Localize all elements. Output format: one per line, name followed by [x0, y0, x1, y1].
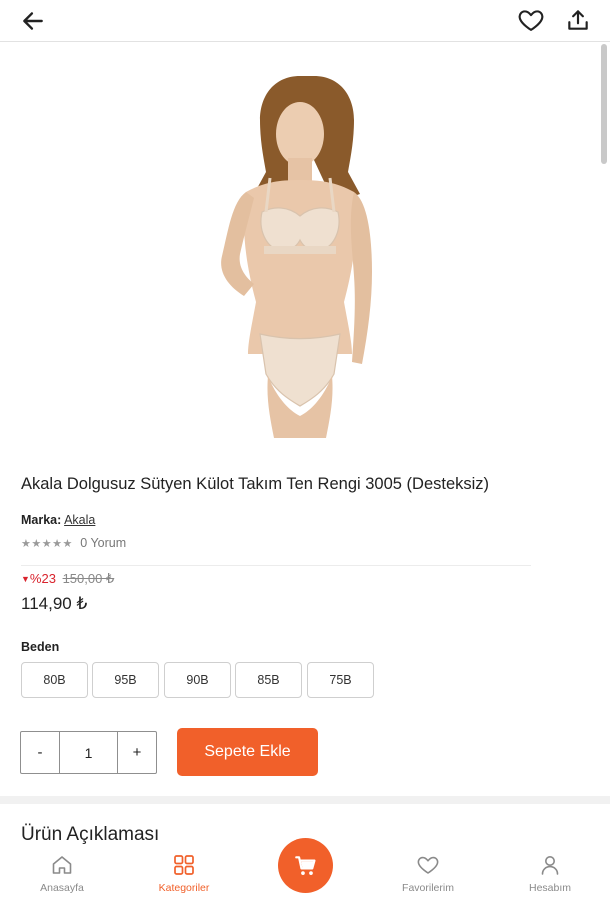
- quantity-value[interactable]: 1: [59, 732, 118, 773]
- top-app-bar: [0, 0, 610, 42]
- discount-row: ▼%23 150,00 ₺: [21, 571, 114, 587]
- old-price: 150,00 ₺: [62, 571, 115, 586]
- brand-link[interactable]: Akala: [64, 513, 95, 527]
- user-icon: [541, 856, 559, 875]
- nav-label: Kategoriler: [158, 882, 210, 894]
- nav-label: Anasayfa: [40, 882, 84, 894]
- brand-row: Marka: Akala: [21, 513, 95, 527]
- product-title: Akala Dolgusuz Sütyen Külot Takım Ten Re…: [21, 475, 490, 493]
- product-image[interactable]: [150, 58, 450, 438]
- share-upload-icon[interactable]: [565, 6, 591, 34]
- size-option-75b[interactable]: 75B: [307, 662, 374, 698]
- decrement-button[interactable]: -: [21, 732, 59, 773]
- add-to-cart-button[interactable]: Sepete Ekle: [177, 728, 318, 776]
- nav-item-account[interactable]: Hesabım: [505, 853, 595, 894]
- nav-label: Favorilerim: [402, 882, 454, 894]
- size-option-80b[interactable]: 80B: [21, 662, 88, 698]
- description-heading[interactable]: Ürün Açıklaması: [21, 824, 159, 846]
- discount-down-icon: ▼: [21, 574, 30, 584]
- review-count: 0 Yorum: [80, 536, 127, 550]
- heart-icon: [417, 856, 439, 874]
- scrollbar[interactable]: [601, 44, 607, 164]
- nav-item-home[interactable]: Anasayfa: [17, 853, 107, 894]
- nav-item-favorites[interactable]: Favorilerim: [383, 853, 473, 894]
- arrow-left-icon[interactable]: [20, 8, 46, 34]
- size-label: Beden: [21, 640, 60, 654]
- quantity-stepper: - 1 +: [20, 731, 157, 774]
- size-option-85b[interactable]: 85B: [235, 662, 302, 698]
- grid-icon: [174, 855, 194, 875]
- brand-label: Marka:: [21, 513, 62, 527]
- size-option-95b[interactable]: 95B: [92, 662, 159, 698]
- divider: [21, 565, 531, 566]
- home-icon: [52, 856, 72, 874]
- discount-percent: %23: [29, 571, 56, 586]
- nav-item-categories[interactable]: Kategoriler: [139, 853, 229, 894]
- increment-button[interactable]: +: [118, 732, 156, 773]
- section-separator: [0, 796, 610, 804]
- cart-button[interactable]: [278, 838, 333, 893]
- rating-row[interactable]: ★★★★★ 0 Yorum: [21, 536, 126, 550]
- nav-label: Hesabım: [528, 882, 571, 894]
- cart-icon: [294, 855, 316, 875]
- rating-stars: ★★★★★: [21, 538, 73, 550]
- current-price: 114,90 ₺: [21, 594, 88, 613]
- size-option-90b[interactable]: 90B: [164, 662, 231, 698]
- heart-outline-icon[interactable]: [517, 6, 545, 34]
